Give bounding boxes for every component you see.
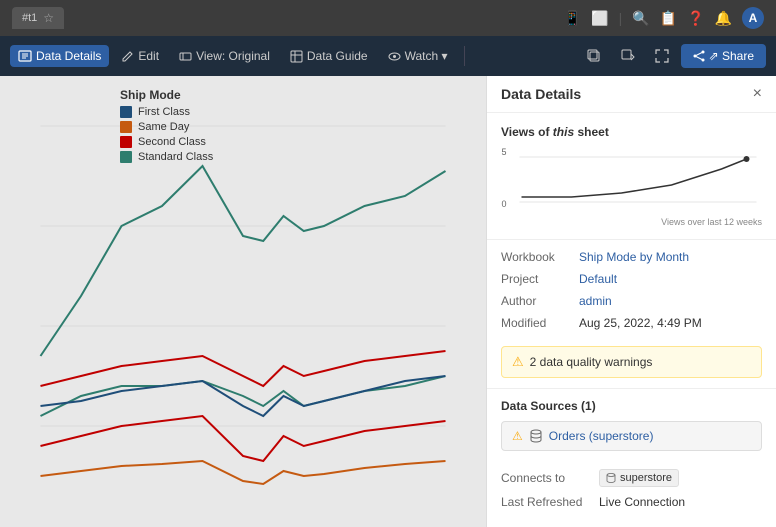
db-badge: superstore [599,469,679,487]
clipboard-icon[interactable]: 📋 [660,10,677,27]
db-small-icon [606,473,616,483]
last-refreshed-value: Live Connection [599,495,685,509]
fullscreen-button[interactable] [647,45,677,67]
modified-value: Aug 25, 2022, 4:49 PM [579,316,702,330]
share-button[interactable]: ⇗ Share [681,44,766,68]
legend-label-first-class: First Class [138,106,190,118]
browser-tab[interactable]: #t1 ☆ [12,7,64,29]
tab-label: #t1 [22,12,37,24]
main-content: Ship Mode First Class Same Day Second Cl… [0,76,776,527]
project-label: Project [501,272,571,286]
view-icon [179,50,192,63]
download-icon [621,49,635,63]
legend-item-second-class: Second Class [120,136,213,148]
mobile-icon[interactable]: 📱 [564,10,581,27]
datasource-name: Orders (superstore) [549,429,654,443]
project-value[interactable]: Default [579,272,617,286]
data-guide-button[interactable]: Data Guide [282,45,376,67]
data-details-button[interactable]: Data Details [10,45,109,67]
view-original-button[interactable]: View: Original [171,45,278,67]
toolbar-right: ⇗ Share [579,44,766,68]
browser-icons: 📱 ⬜ | 🔍 📋 ❓ 🔔 A [564,7,764,29]
project-row: Project Default [501,272,762,286]
details-panel: Data Details × Views of this sheet 5 0 [486,76,776,527]
legend-label-same-day: Same Day [138,121,189,133]
connects-to-value: superstore [599,469,679,487]
svg-text:0: 0 [502,199,507,209]
author-value[interactable]: admin [579,294,612,308]
workbook-label: Workbook [501,250,571,264]
modified-label: Modified [501,316,571,330]
author-label: Author [501,294,571,308]
connects-section: Connects to superstore Last Refreshed Li… [487,469,776,517]
watch-button[interactable]: Watch ▾ [380,45,456,67]
workbook-value[interactable]: Ship Mode by Month [579,250,689,264]
chart-area: Ship Mode First Class Same Day Second Cl… [0,76,486,527]
metadata-section: Workbook Ship Mode by Month Project Defa… [487,240,776,342]
bell-icon[interactable]: 🔔 [715,10,732,27]
warning-text: 2 data quality warnings [530,355,653,369]
share-icon [693,50,705,62]
datasources-section: Data Sources (1) ⚠ Orders (superstore) [487,388,776,469]
fullscreen-icon [655,49,669,63]
edit-icon [121,50,134,63]
views-chart: 5 0 Views over last 12 weeks [501,147,762,227]
datasources-title: Data Sources (1) [501,399,762,413]
views-section: Views of this sheet 5 0 Views over last … [487,113,776,240]
help-icon[interactable]: ❓ [687,10,704,27]
connects-to-label: Connects to [501,471,591,485]
copy-button[interactable] [579,45,609,67]
last-refreshed-row: Last Refreshed Live Connection [501,495,762,509]
views-period-label: Views over last 12 weeks [661,217,762,227]
legend-item-standard-class: Standard Class [120,151,213,163]
last-refreshed-label: Last Refreshed [501,495,591,509]
legend-label-second-class: Second Class [138,136,206,148]
modified-row: Modified Aug 25, 2022, 4:49 PM [501,316,762,330]
avatar[interactable]: A [742,7,764,29]
datasource-item[interactable]: ⚠ Orders (superstore) [501,421,762,451]
download-button[interactable] [613,45,643,67]
chart-svg [0,76,486,527]
close-button[interactable]: × [753,86,762,102]
legend-color-same-day [120,121,132,133]
legend-item-same-day: Same Day [120,121,213,133]
datasource-warning-icon: ⚠ [512,429,523,443]
separator: | [619,10,623,26]
eye-icon [388,50,401,63]
star-icon: ☆ [43,11,54,25]
database-icon [529,429,543,443]
warning-banner[interactable]: ⚠ 2 data quality warnings [501,346,762,378]
legend-title: Ship Mode [120,88,213,102]
legend-item-first-class: First Class [120,106,213,118]
panel-title: Data Details [501,86,581,102]
workbook-row: Workbook Ship Mode by Month [501,250,762,264]
legend-color-second-class [120,136,132,148]
edit-button[interactable]: Edit [113,45,167,67]
data-guide-icon [290,50,303,63]
legend-label-standard-class: Standard Class [138,151,213,163]
views-sparkline: 5 0 [501,147,762,217]
legend-color-standard-class [120,151,132,163]
author-row: Author admin [501,294,762,308]
toolbar-separator [464,46,465,66]
chart-legend: Ship Mode First Class Same Day Second Cl… [120,88,213,166]
search-browser-icon[interactable]: 🔍 [632,10,649,27]
legend-color-first-class [120,106,132,118]
copy-icon [587,49,601,63]
connects-to-row: Connects to superstore [501,469,762,487]
svg-text:5: 5 [502,147,507,157]
data-details-icon [18,49,32,63]
toolbar: Data Details Edit View: Original Data Gu… [0,36,776,76]
browser-bar: #t1 ☆ 📱 ⬜ | 🔍 📋 ❓ 🔔 A [0,0,776,36]
panel-header: Data Details × [487,76,776,113]
window-icon[interactable]: ⬜ [591,10,608,27]
warning-icon: ⚠ [512,354,524,370]
views-section-title: Views of this sheet [501,125,762,139]
